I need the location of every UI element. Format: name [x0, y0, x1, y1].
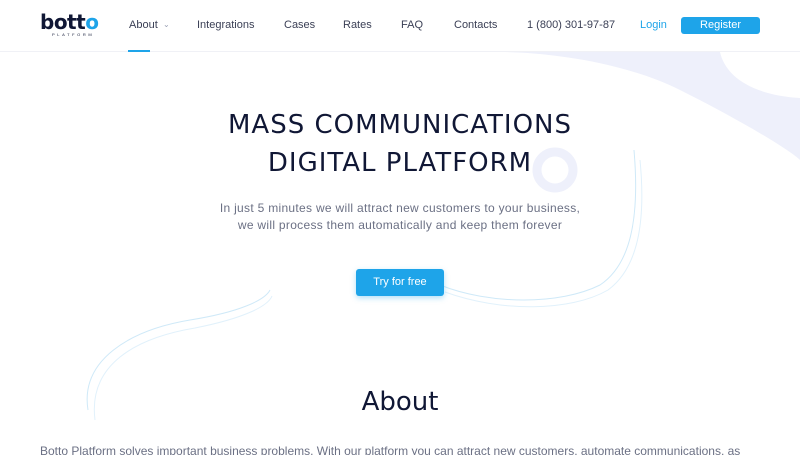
nav-item-cases[interactable]: Cases	[284, 18, 315, 32]
phone-number-link[interactable]: 1 (800) 301-97-87	[527, 18, 615, 32]
hero-title-line-1: MASS COMMUNICATIONS	[227, 110, 572, 140]
nav-item-contacts[interactable]: Contacts	[454, 18, 497, 32]
hero-subtitle: In just 5 minutes we will attract new cu…	[0, 200, 800, 234]
about-heading: About	[361, 387, 439, 417]
try-for-free-button[interactable]: Try for free	[356, 269, 444, 296]
nav-active-indicator	[128, 50, 150, 52]
botto-logo[interactable]: botto PLATFORM	[40, 10, 99, 40]
hero-subtitle-line-1: In just 5 minutes we will attract new cu…	[219, 201, 581, 215]
login-link[interactable]: Login	[640, 18, 667, 32]
logo-main-text: bott	[40, 10, 86, 34]
nav-item-about[interactable]: About	[129, 18, 158, 32]
site-header: botto PLATFORM About ⌄ Integrations Case…	[0, 0, 800, 52]
logo-accent-text: o	[85, 10, 99, 34]
hero-title-line-2: DIGITAL PLATFORM	[267, 148, 533, 178]
nav-item-integrations[interactable]: Integrations	[197, 18, 254, 32]
nav-item-rates[interactable]: Rates	[343, 18, 372, 32]
hero-subtitle-line-2: we will process them automatically and k…	[237, 218, 563, 232]
hero-title: MASS COMMUNICATIONS DIGITAL PLATFORM	[0, 106, 800, 182]
about-paragraph: Botto Platform solves important business…	[40, 444, 741, 455]
register-button[interactable]: Register	[681, 17, 760, 34]
nav-item-faq[interactable]: FAQ	[401, 18, 423, 32]
chevron-down-icon[interactable]: ⌄	[163, 20, 170, 29]
